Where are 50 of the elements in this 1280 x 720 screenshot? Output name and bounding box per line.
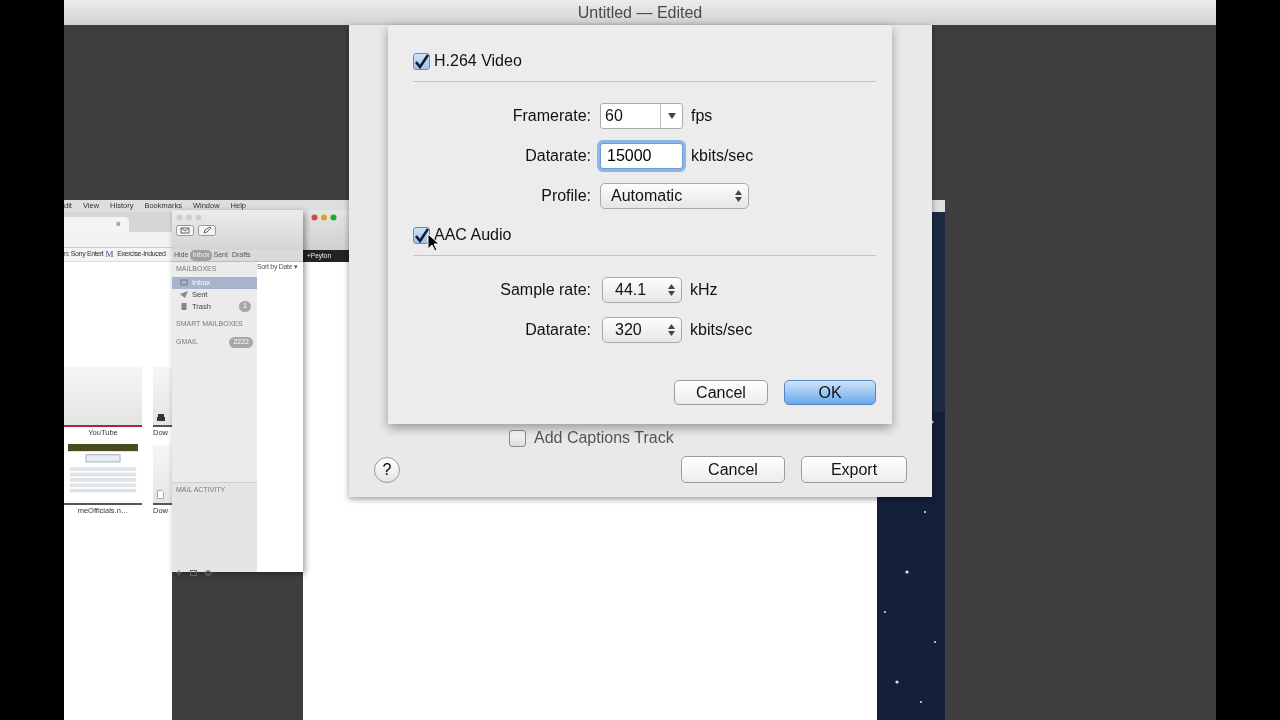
field-label: Sample rate: [499, 280, 592, 300]
tray-icon [180, 278, 188, 287]
window-controls-icon[interactable] [311, 214, 337, 221]
browser-tab[interactable]: × [64, 217, 129, 232]
check-icon [414, 53, 429, 69]
checkbox[interactable] [509, 429, 526, 447]
dialog-button[interactable]: Export [801, 456, 907, 483]
unit-label: kbits/sec [690, 320, 753, 340]
ok-button[interactable]: OK [784, 380, 876, 405]
section-label: H.264 Video [434, 51, 522, 71]
compose-icon[interactable] [198, 225, 216, 236]
document-icon [157, 490, 164, 499]
field-label: Datarate: [524, 146, 592, 166]
stepper-icon[interactable] [735, 190, 742, 202]
text-field[interactable]: 15000 [600, 143, 683, 169]
window-title: Untitled — Edited [577, 2, 703, 23]
help-button[interactable]: ? [374, 456, 400, 483]
cancel-button[interactable]: Cancel [674, 380, 768, 405]
site-thumbnail[interactable] [64, 445, 142, 505]
section-label: AAC Audio [434, 225, 512, 245]
stepper-icon[interactable] [668, 324, 675, 336]
popup-button[interactable]: 320 [602, 317, 682, 343]
plane-icon [180, 290, 188, 299]
printer-icon [157, 414, 165, 421]
unit-label: fps [691, 106, 713, 126]
site-thumbnail[interactable] [153, 445, 172, 505]
dialog-button[interactable]: Cancel [681, 456, 785, 483]
field-label: Profile: [540, 186, 592, 206]
address-field[interactable] [64, 232, 172, 248]
popup-button[interactable]: Automatic [600, 183, 749, 209]
envelope-icon[interactable] [176, 225, 194, 236]
combo-box[interactable]: 60 [600, 103, 683, 129]
popup-button[interactable]: 44.1 [602, 277, 682, 303]
field-label: Framerate: [511, 106, 592, 126]
gear-icon[interactable] [205, 569, 214, 576]
stepper-icon[interactable] [668, 284, 675, 296]
window-icon[interactable] [190, 569, 197, 576]
site-thumbnail[interactable] [64, 367, 142, 427]
unit-label: kHz [690, 280, 718, 300]
field-label: Datarate: [524, 320, 592, 340]
trash-icon [180, 302, 188, 311]
checkbox[interactable] [413, 52, 430, 70]
bookmark-icon: M [105, 247, 114, 262]
close-icon[interactable]: × [115, 217, 121, 232]
dropdown-icon[interactable] [667, 113, 676, 119]
check-icon [414, 227, 429, 243]
option-label: Add Captions Track [534, 428, 674, 448]
site-thumbnail[interactable] [153, 367, 172, 427]
plus-icon[interactable] [176, 569, 182, 576]
unit-label: kbits/sec [691, 146, 754, 166]
